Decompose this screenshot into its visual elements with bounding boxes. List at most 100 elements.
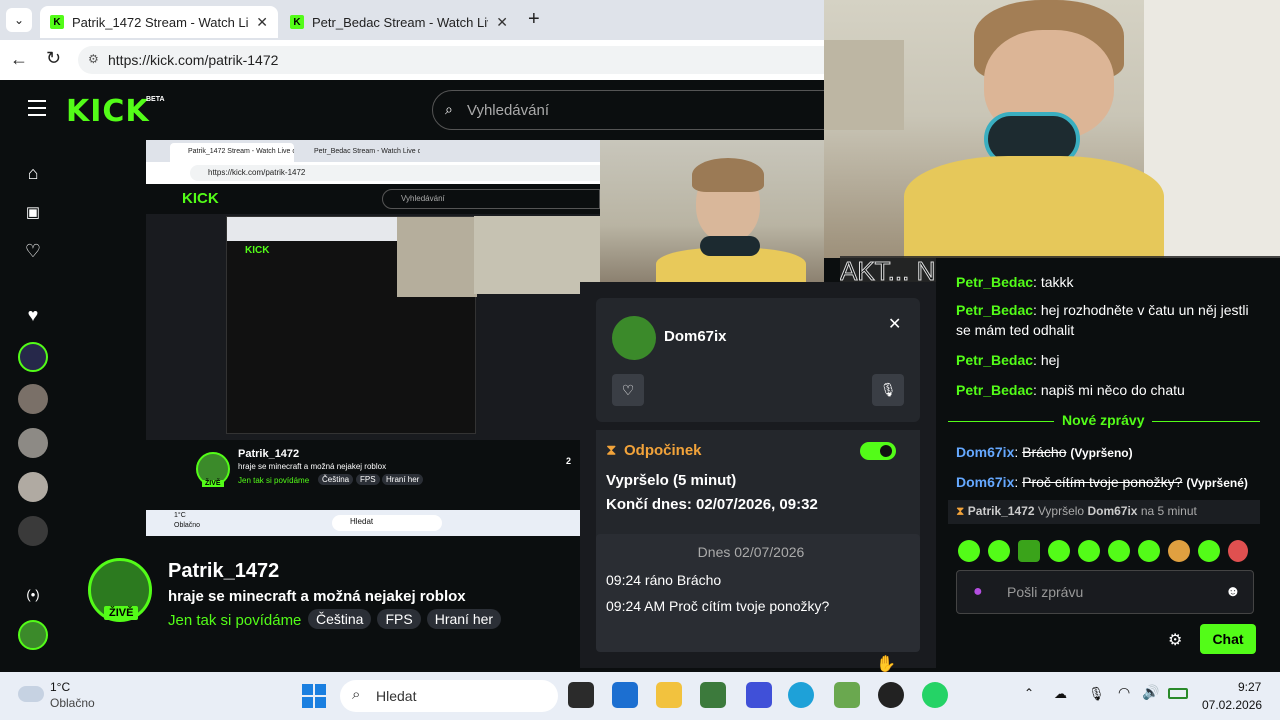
chat-username[interactable]: Dom67ix (956, 444, 1014, 460)
nested-taskbar: 1°C Oblačno Hledat (146, 510, 600, 536)
clock-date[interactable]: 07.02.2026 (1202, 698, 1262, 712)
mod-duration: na 5 minut (1140, 504, 1197, 518)
followed-heart-icon: ♥ (27, 305, 39, 325)
door (1144, 0, 1280, 258)
emote-icon[interactable] (1138, 540, 1160, 562)
minecraft-icon[interactable] (834, 682, 860, 708)
emoji-icon[interactable]: ☻ (1225, 583, 1241, 600)
tag-cestina[interactable]: Čeština (308, 609, 372, 629)
search-input[interactable]: ⌕ Vyhledávání (432, 90, 832, 130)
close-tab-icon[interactable]: ✕ (496, 14, 508, 31)
avatar[interactable] (18, 620, 48, 650)
tray-chevron-icon[interactable]: ⌃ (1024, 686, 1034, 700)
nested-tag: FPS (356, 474, 380, 485)
history-message: 09:24 ráno Brácho (606, 572, 722, 588)
search-icon: ⌕ (352, 686, 361, 703)
app-icon[interactable] (746, 682, 772, 708)
nested-streamer-name: Patrik_1472 (238, 448, 300, 460)
emote-icon[interactable] (1168, 540, 1190, 562)
volume-icon[interactable]: 🔊 (1142, 684, 1159, 701)
new-tab-icon[interactable]: + (528, 8, 540, 31)
timeout-toggle[interactable] (860, 442, 896, 460)
chat-username[interactable]: Dom67ix (956, 474, 1014, 490)
mod-target[interactable]: Dom67ix (1087, 504, 1137, 518)
emote-icon[interactable] (988, 540, 1010, 562)
tag-hrani-her[interactable]: Hraní her (426, 609, 502, 629)
taskbar-search[interactable]: ⌕ Hledat (340, 680, 558, 712)
chat-username[interactable]: Petr_Bedac (956, 274, 1033, 290)
weather-cloud-icon (18, 686, 44, 702)
menu-icon[interactable] (28, 100, 46, 116)
mod-name[interactable]: Patrik_1472 (968, 504, 1035, 518)
chat-message: Petr_Bedac: takkk (956, 274, 1074, 290)
mute-mic-button[interactable]: 🎙 (872, 374, 904, 406)
avatar[interactable] (18, 384, 48, 414)
outlook-icon[interactable] (612, 682, 638, 708)
chat-input[interactable]: ● Pošli zprávu ☻ (956, 570, 1254, 614)
date-header-text: Dnes 02/07/2026 (697, 544, 805, 560)
edge-browser-icon[interactable] (788, 682, 814, 708)
wifi-icon[interactable]: ◠ (1118, 684, 1130, 701)
emote-icon[interactable] (1018, 540, 1040, 562)
avatar[interactable] (18, 428, 48, 458)
search-placeholder: Vyhledávání (467, 101, 550, 119)
store-icon[interactable] (700, 682, 726, 708)
chat-username[interactable]: Petr_Bedac (956, 382, 1033, 398)
nested-category: Jen tak si povídáme (238, 476, 310, 485)
battery-icon[interactable] (1168, 688, 1188, 699)
live-broadcast-icon[interactable]: (•) (22, 584, 44, 606)
follow-heart-button[interactable]: ♡ (612, 374, 644, 406)
streamer-name[interactable]: Patrik_1472 (168, 560, 279, 583)
kick-favicon-icon: K (290, 15, 304, 29)
file-explorer-icon[interactable] (656, 682, 682, 708)
chat-username[interactable]: Petr_Bedac (956, 352, 1033, 368)
clock-time[interactable]: 9:27 (1238, 680, 1261, 694)
weather-desc: Oblačno (50, 696, 95, 710)
live-badge: ŽIVĚ (104, 606, 139, 620)
emote-icon[interactable] (1198, 540, 1220, 562)
windows-start-icon[interactable] (302, 684, 326, 708)
emote-icon[interactable] (1048, 540, 1070, 562)
new-messages-label: Nové zprávy (1054, 412, 1153, 428)
home-icon[interactable]: ⌂ (22, 162, 44, 184)
send-chat-button[interactable]: Chat (1200, 624, 1256, 654)
tag-fps[interactable]: FPS (377, 609, 421, 629)
avatar[interactable] (18, 516, 48, 546)
avatar[interactable] (18, 342, 48, 372)
emote-icon[interactable] (1108, 540, 1130, 562)
close-icon[interactable]: ✕ (888, 314, 901, 334)
avatar[interactable] (18, 472, 48, 502)
chat-message: Petr_Bedac: hej (956, 352, 1060, 368)
reload-icon[interactable]: ↻ (46, 48, 61, 69)
following-heart-icon[interactable]: ♡ (22, 240, 44, 262)
kick-logo[interactable]: KICK (66, 94, 150, 129)
chat-text: napiš mi něco do chatu (1040, 382, 1185, 398)
browse-icon[interactable]: ▣ (22, 202, 44, 224)
chat-settings-icon[interactable]: ⚙ (1168, 630, 1182, 650)
url-field[interactable]: ⚙ https://kick.com/patrik-1472 (78, 46, 824, 74)
site-info-icon[interactable]: ⚙ (88, 52, 99, 66)
category-link[interactable]: Jen tak si povídáme (168, 612, 301, 629)
mod-action-notice: ⧗ Patrik_1472 Vypršelo Dom67ix na 5 minu… (948, 500, 1260, 524)
close-tab-icon[interactable]: ✕ (256, 14, 268, 31)
whatsapp-icon[interactable] (922, 682, 948, 708)
emote-icon[interactable] (1078, 540, 1100, 562)
tray-mic-icon[interactable]: 🎙 (1088, 686, 1105, 702)
browser-tab-patrik[interactable]: K Patrik_1472 Stream - Watch Live on Kic… (40, 6, 278, 38)
tray-cloud-icon[interactable]: ☁ (1054, 686, 1067, 702)
mic-icon[interactable]: ● (973, 583, 983, 601)
browser-tab-petr[interactable]: K Petr_Bedac Stream - Watch Live on Kick… (280, 6, 518, 38)
headphones-icon (700, 236, 760, 256)
obs-icon[interactable] (878, 682, 904, 708)
back-icon[interactable]: ← (10, 49, 28, 70)
nested-live-badge: ŽIVĚ (202, 480, 224, 487)
task-view-icon[interactable] (568, 682, 594, 708)
history-date-header: Dnes 02/07/2026 (606, 544, 896, 560)
stream-video[interactable]: Patrik_1472 Stream - Watch Live o Petr_B… (146, 140, 600, 536)
tab-list-icon[interactable]: ⌄ (6, 8, 32, 32)
weather-temp[interactable]: 1°C (50, 680, 70, 694)
message-history: Dnes 02/07/2026 09:24 ráno Brácho 09:24 … (596, 534, 920, 652)
chat-username[interactable]: Petr_Bedac (956, 302, 1033, 318)
emote-icon[interactable] (958, 540, 980, 562)
emote-icon[interactable] (1228, 540, 1248, 562)
